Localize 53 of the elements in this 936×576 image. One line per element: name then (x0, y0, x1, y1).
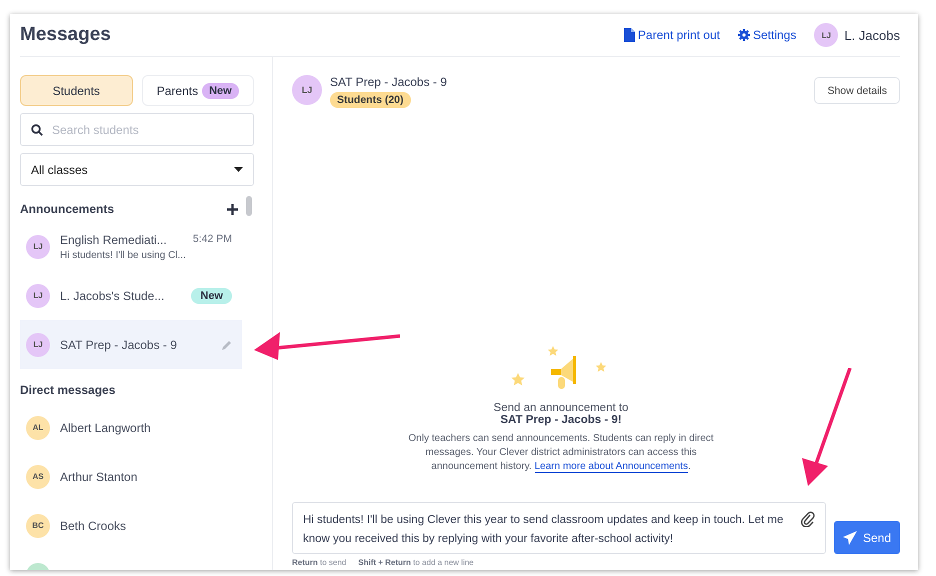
contact-item[interactable]: AS Arthur Stanton (20, 452, 242, 501)
announcement-name: SAT Prep - Jacobs - 9 (60, 338, 178, 352)
search-field[interactable]: Search students (20, 113, 254, 146)
send-icon (842, 530, 857, 544)
user-name[interactable]: L. Jacobs (844, 28, 900, 42)
audience-tab[interactable]: Parents New (142, 75, 254, 106)
announcement-name: English Remediati... (60, 232, 167, 246)
keyboard-hint: Return to send (292, 558, 346, 566)
message-time: 5:42 PM (192, 232, 232, 246)
contact-item[interactable]: AL Albert Langworth (20, 403, 242, 452)
audience-tab[interactable]: Students (20, 75, 132, 106)
document-icon (624, 28, 635, 42)
settings-icon (738, 29, 750, 41)
group-avatar: LJ (26, 234, 50, 258)
user-avatar[interactable]: LJ (814, 23, 838, 47)
new-badge: New (202, 82, 239, 98)
section-heading: Direct messages (20, 383, 116, 397)
group-avatar: LJ (292, 75, 322, 105)
conversation-title: SAT Prep - Jacobs - 9 (330, 75, 448, 89)
class-dropdown[interactable]: All classes (20, 153, 254, 186)
group-avatar: LJ (26, 332, 50, 356)
message-preview: Hi students! I'll be using Cl... (60, 250, 187, 260)
scrollbar-thumb[interactable] (246, 196, 252, 216)
announcement-item[interactable]: LJ English Remediati... 5:42 PM Hi students! I'll be using Cl... (20, 222, 242, 271)
paperclip-icon[interactable] (801, 511, 815, 527)
contact-item[interactable]: BC Beth Crooks (20, 501, 242, 550)
search-icon (31, 124, 43, 136)
announcement-item[interactable]: LJ SAT Prep - Jacobs - 9 (20, 320, 242, 369)
add-icon[interactable] (227, 204, 238, 214)
contact-name: Albert Langworth (60, 420, 152, 434)
learn-more-link[interactable]: Learn more about Announcements (534, 461, 688, 473)
announcement-name: L. Jacobs's Stude... (60, 288, 166, 302)
contact-name: Beth Crooks (60, 518, 128, 532)
audience-badge: Students (20) (330, 92, 411, 108)
contact-avatar: AL (26, 416, 50, 440)
empty-state-group: SAT Prep - Jacobs - 9! (500, 414, 622, 426)
show-details-button[interactable]: Show details (814, 77, 900, 104)
keyboard-hint: Shift + Return to add a new line (358, 558, 474, 566)
contact-avatar: AS (26, 464, 50, 488)
page-title: Messages (20, 24, 111, 46)
contact-name: Arthur Stanton (60, 470, 138, 484)
message-field[interactable]: Hi students! I'll be using Clever this year to send classroom updates and keep in touch. Let me know you received this by replying with your favorite after-school activity! (292, 502, 826, 554)
empty-state-heading: Send an announcement to (494, 402, 628, 414)
send-button[interactable]: Send (834, 521, 900, 554)
header-link[interactable]: Parent print out (624, 28, 720, 42)
caret-icon (234, 167, 243, 172)
contact-avatar: BC (26, 514, 50, 538)
empty-state-text: Only teachers can send announcements. Students can reply in direct messages. Your Clever district administrators can access this announcement history. Learn more about Announcements. (407, 432, 715, 474)
group-avatar: LJ (26, 284, 50, 308)
section-heading: Announcements (20, 202, 114, 216)
header-link[interactable]: Settings (738, 28, 796, 42)
new-badge: New (191, 288, 232, 304)
announcement-item[interactable]: LJ L. Jacobs's Stude... New (20, 271, 242, 320)
